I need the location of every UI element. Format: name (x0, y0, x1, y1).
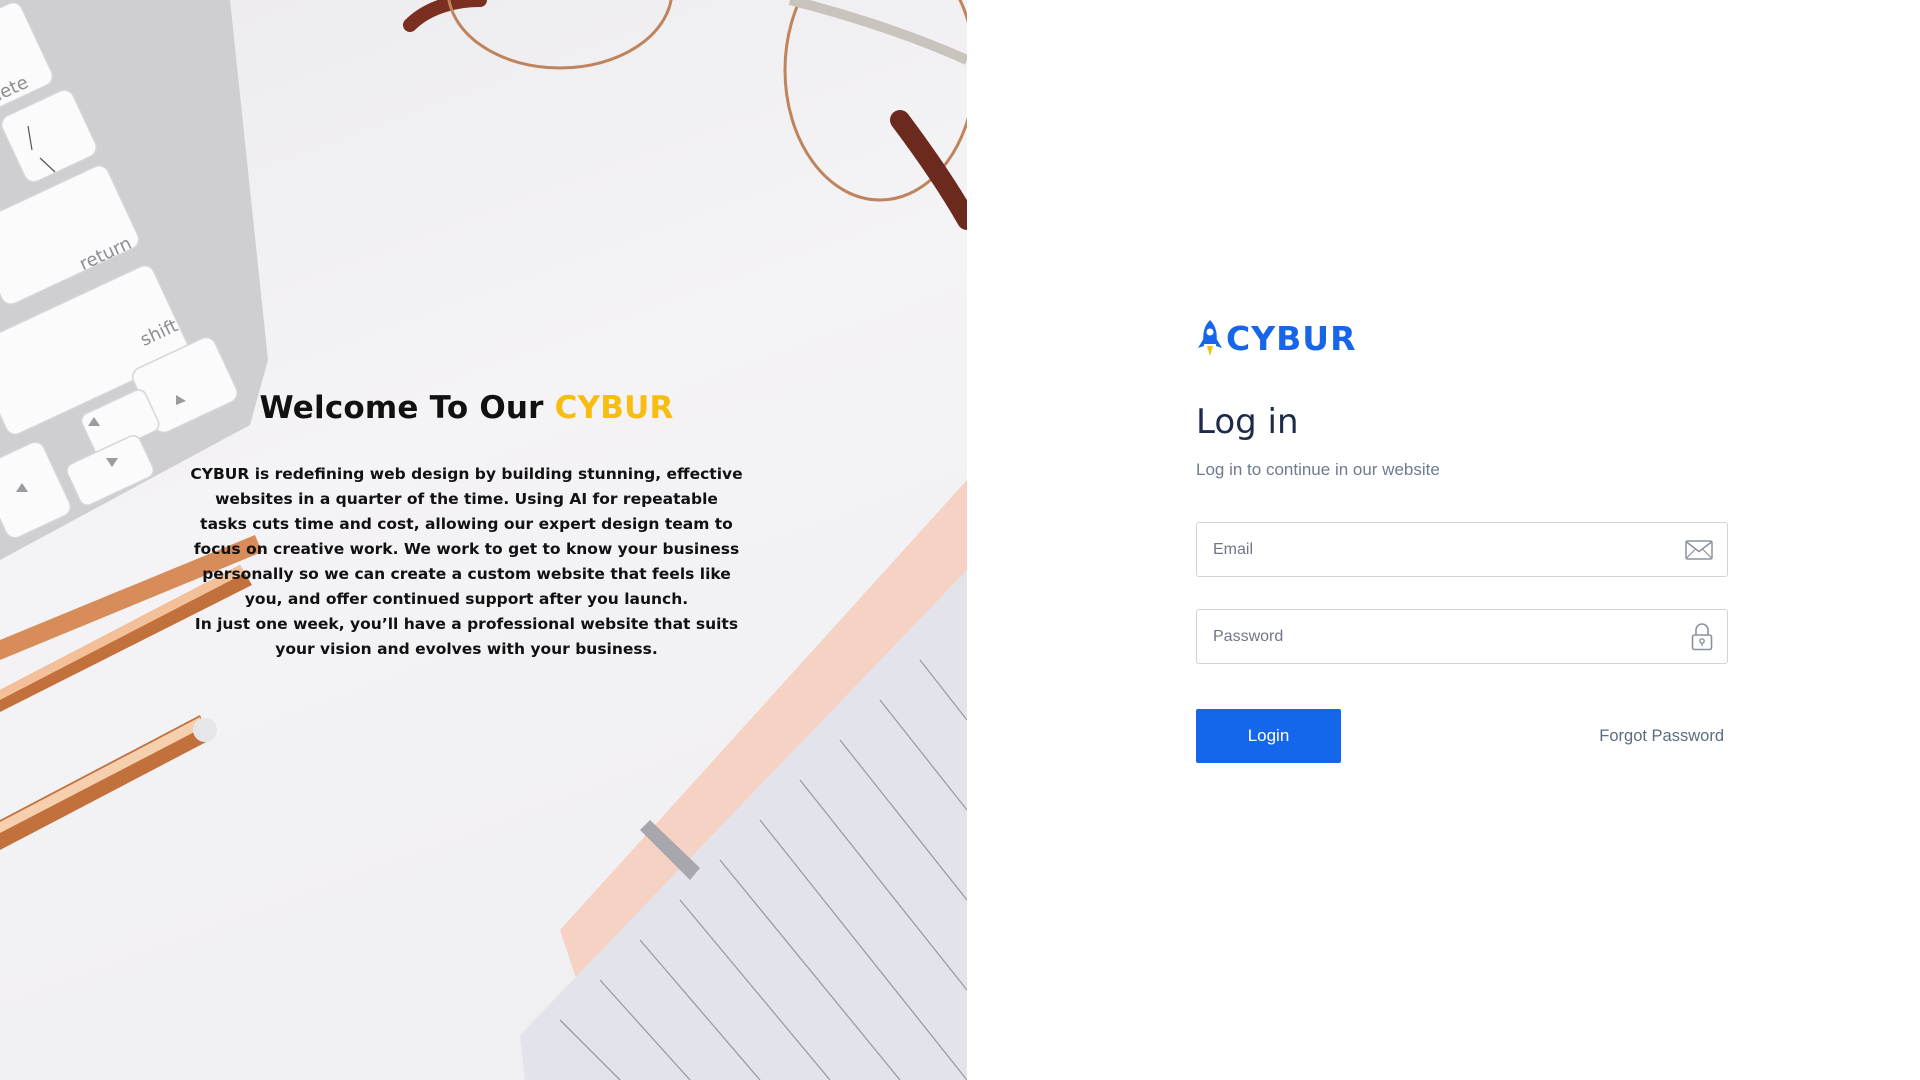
hero-panel: lete return shift Welcome To Our CYBUR C… (0, 0, 967, 1080)
brand-logo[interactable]: CYBUR (1196, 316, 1728, 360)
hero-title-prefix: Welcome To Our (259, 390, 555, 426)
login-subtitle: Log in to continue in our website (1196, 460, 1440, 479)
hero-description: CYBUR is redefining web design by buildi… (190, 465, 743, 658)
hero-title-brand: CYBUR (554, 390, 674, 426)
forgot-password-link[interactable]: Forgot Password (1599, 727, 1724, 746)
glasses-illustration (403, 0, 967, 230)
login-panel: CYBUR Log in Log in to continue in our w… (1196, 316, 1728, 763)
password-input[interactable] (1197, 610, 1727, 663)
padlock-icon (1691, 622, 1713, 651)
password-field (1196, 609, 1728, 664)
login-actions: Login Forgot Password (1196, 709, 1728, 763)
hero-title: Welcome To Our CYBUR (190, 388, 743, 428)
email-input[interactable] (1197, 523, 1727, 576)
email-field (1196, 522, 1728, 577)
hero-content: Welcome To Our CYBUR CYBUR is redefining… (190, 388, 743, 662)
login-title: Log in (1196, 402, 1299, 442)
envelope-icon (1685, 539, 1713, 560)
logo-text: CYBUR (1226, 318, 1357, 358)
login-button[interactable]: Login (1196, 709, 1341, 763)
rocket-icon (1198, 320, 1222, 356)
